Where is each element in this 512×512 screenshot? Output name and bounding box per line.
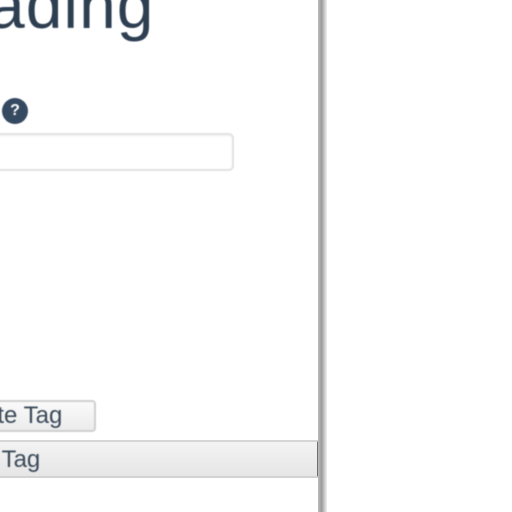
app-viewport: ading ? ate Tag w Tag (0, 0, 512, 512)
left-panel: ading ? ate Tag w Tag (0, 0, 318, 512)
tag-action-button[interactable]: ate Tag (0, 400, 96, 432)
tag-input[interactable] (0, 133, 234, 171)
page-title: ading (0, 0, 155, 42)
panel-divider[interactable] (318, 0, 327, 512)
help-icon[interactable]: ? (2, 98, 28, 124)
right-content-area (327, 0, 512, 512)
toolbar-tag-label: w Tag (0, 446, 41, 473)
tag-action-button-label: ate Tag (0, 402, 63, 429)
bottom-toolbar[interactable]: w Tag (0, 440, 318, 478)
